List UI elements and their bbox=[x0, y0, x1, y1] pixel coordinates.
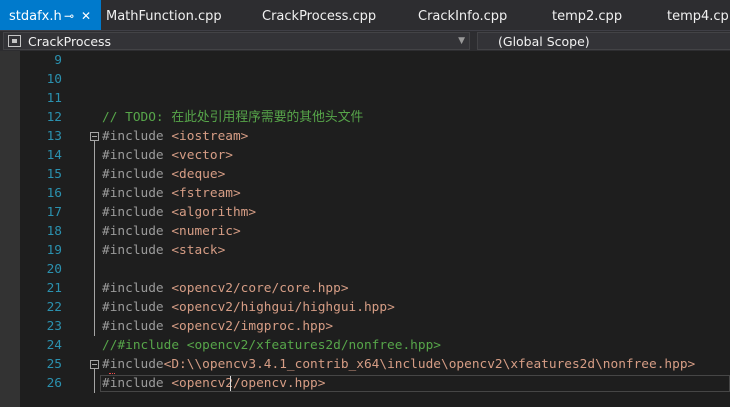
include-path: <opencv2/imgproc.hpp> bbox=[163, 319, 334, 334]
pin-icon[interactable]: ⊸ bbox=[64, 0, 74, 30]
line-number: 10 bbox=[46, 72, 62, 87]
line-number: 14 bbox=[46, 148, 62, 163]
code-line-24: 24 //#include <opencv2/xfeatures2d/nonfre… bbox=[0, 336, 730, 355]
preprocessor-keyword: #include bbox=[102, 300, 164, 315]
include-directive: #include <iostream> bbox=[102, 127, 248, 146]
line-number: 11 bbox=[46, 91, 62, 106]
code-comment: //#include <opencv2/xfeatures2d/nonfree.… bbox=[102, 338, 441, 353]
code-line-19: 19 #include <stack> bbox=[0, 241, 730, 260]
tab-mathfunction-cpp[interactable]: MathFunction.cpp bbox=[106, 0, 222, 30]
code-line-9: 9 bbox=[0, 51, 730, 70]
preprocessor-keyword: #include bbox=[102, 129, 164, 144]
line-number: 22 bbox=[46, 300, 62, 315]
tab-label: temp4.cpp bbox=[667, 9, 730, 24]
code-editor[interactable]: 9 10 11 12 // TODO: 在此处引用程序需要的其他头文件 13 #includ… bbox=[0, 51, 730, 407]
include-path: <fstream> bbox=[163, 186, 241, 201]
line-number: 12 bbox=[46, 110, 62, 125]
include-path: <iostream> bbox=[163, 129, 249, 144]
line-number: 17 bbox=[46, 205, 62, 220]
global-scope-label: (Global Scope) bbox=[498, 34, 590, 49]
include-path: <numeric> bbox=[163, 224, 241, 239]
navigation-bar: CrackProcess ▼ (Global Scope) bbox=[0, 30, 730, 52]
preprocessor-keyword: #include bbox=[102, 148, 164, 163]
include-directive: #include <numeric> bbox=[102, 222, 241, 241]
include-directive: #include<D:\\opencv3.4.1_contrib_x64\inc… bbox=[102, 355, 695, 374]
tab-label: stdafx.h bbox=[9, 9, 62, 24]
include-path: <algorithm> bbox=[163, 205, 257, 220]
global-scope-dropdown[interactable]: (Global Scope) bbox=[477, 32, 730, 50]
include-directive: #include <opencv2/highgui/highgui.hpp> bbox=[102, 298, 395, 317]
class-icon bbox=[8, 35, 21, 47]
code-line-18: 18 #include <numeric> bbox=[0, 222, 730, 241]
code-line-15: 15 #include <deque> bbox=[0, 165, 730, 184]
preprocessor-keyword: #include bbox=[102, 281, 164, 296]
preprocessor-keyword: #include bbox=[102, 319, 164, 334]
line-number: 19 bbox=[46, 243, 62, 258]
tab-crackinfo-cpp[interactable]: CrackInfo.cpp bbox=[418, 0, 507, 30]
current-line-highlight bbox=[100, 375, 730, 392]
project-scope-dropdown[interactable]: CrackProcess ▼ bbox=[3, 32, 470, 50]
preprocessor-keyword: #include bbox=[102, 224, 164, 239]
line-number: 23 bbox=[46, 319, 62, 334]
document-tab-strip: stdafx.h ⊸ ✕ MathFunction.cpp CrackProcess.c… bbox=[0, 0, 730, 30]
line-number: 21 bbox=[46, 281, 62, 296]
include-directive: #include <stack> bbox=[102, 241, 225, 260]
code-line-11: 11 bbox=[0, 89, 730, 108]
code-comment: // TODO: 在此处引用程序需要的其他头文件 bbox=[102, 110, 364, 125]
include-directive: #include <opencv2/core/core.hpp> bbox=[102, 279, 349, 298]
line-number: 24 bbox=[46, 338, 62, 353]
include-path: <D:\\opencv3.4.1_contrib_x64\include\ope… bbox=[163, 357, 696, 372]
code-line-17: 17 #include <algorithm> bbox=[0, 203, 730, 222]
code-line-10: 10 bbox=[0, 70, 730, 89]
code-line-13: 13 #include <iostream> bbox=[0, 127, 730, 146]
line-number: 9 bbox=[54, 53, 62, 68]
outline-guide bbox=[94, 141, 95, 336]
preprocessor-keyword: #include bbox=[102, 167, 164, 182]
code-line-16: 16 #include <fstream> bbox=[0, 184, 730, 203]
preprocessor-keyword: #include bbox=[102, 243, 164, 258]
line-number: 16 bbox=[46, 186, 62, 201]
text-caret bbox=[230, 376, 231, 391]
code-line-21: 21 #include <opencv2/core/core.hpp> bbox=[0, 279, 730, 298]
include-path: <vector> bbox=[163, 148, 233, 163]
outline-guide bbox=[94, 369, 95, 393]
include-path: <opencv2/highgui/highgui.hpp> bbox=[163, 300, 395, 315]
tab-label: CrackProcess.cpp bbox=[262, 9, 377, 24]
project-scope-label: CrackProcess bbox=[28, 34, 112, 49]
include-directive: #include <opencv2/imgproc.hpp> bbox=[102, 317, 333, 336]
code-line-23: 23 #include <opencv2/imgproc.hpp> bbox=[0, 317, 730, 336]
code-line-14: 14 #include <vector> bbox=[0, 146, 730, 165]
include-path: <stack> bbox=[163, 243, 226, 258]
collapse-toggle[interactable] bbox=[90, 360, 99, 369]
line-number: 15 bbox=[46, 167, 62, 182]
line-number: 20 bbox=[46, 262, 62, 277]
code-line-12: 12 // TODO: 在此处引用程序需要的其他头文件 bbox=[0, 108, 730, 127]
include-directive: #include <vector> bbox=[102, 146, 233, 165]
tab-label: temp2.cpp bbox=[552, 9, 623, 24]
collapse-toggle[interactable] bbox=[90, 132, 99, 141]
error-squiggle bbox=[109, 370, 115, 374]
code-line-22: 22 #include <opencv2/highgui/highgui.hpp> bbox=[0, 298, 730, 317]
tab-stdafx-h[interactable]: stdafx.h ⊸ ✕ bbox=[0, 0, 101, 30]
line-number: 18 bbox=[46, 224, 62, 239]
tab-temp4-cpp[interactable]: temp4.cpp bbox=[667, 0, 730, 30]
include-directive: #include <fstream> bbox=[102, 184, 241, 203]
tab-temp2-cpp[interactable]: temp2.cpp bbox=[552, 0, 622, 30]
include-directive: #include <algorithm> bbox=[102, 203, 256, 222]
tab-label: MathFunction.cpp bbox=[106, 9, 222, 24]
code-line-20: 20 bbox=[0, 260, 730, 279]
line-number: 25 bbox=[46, 357, 62, 372]
include-path: <deque> bbox=[163, 167, 226, 182]
include-directive: #include <deque> bbox=[102, 165, 225, 184]
line-number: 13 bbox=[46, 129, 62, 144]
include-path: <opencv2/core/core.hpp> bbox=[163, 281, 349, 296]
close-icon[interactable]: ✕ bbox=[81, 0, 91, 30]
chevron-down-icon: ▼ bbox=[458, 36, 465, 46]
line-number: 26 bbox=[46, 376, 62, 391]
preprocessor-keyword: #include bbox=[102, 205, 164, 220]
tab-label: CrackInfo.cpp bbox=[418, 9, 508, 24]
preprocessor-keyword: #include bbox=[102, 186, 164, 201]
tab-crackprocess-cpp[interactable]: CrackProcess.cpp bbox=[262, 0, 376, 30]
